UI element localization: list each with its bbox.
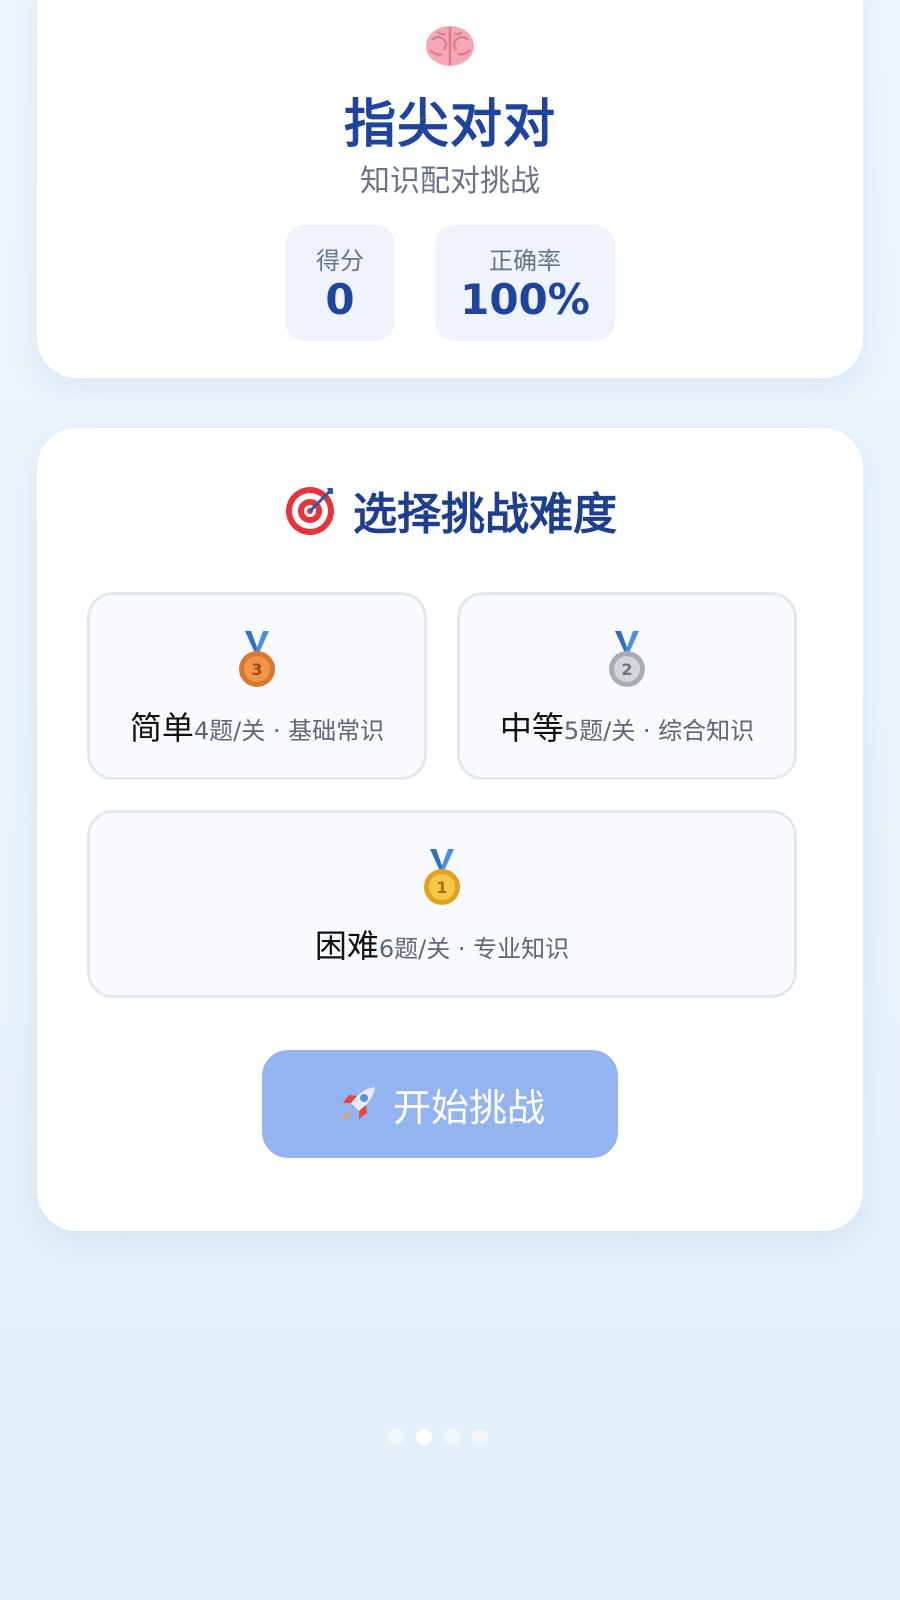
page-dot-active[interactable] xyxy=(416,1429,432,1445)
bronze-medal-icon: 3 xyxy=(235,631,279,691)
level-easy-option[interactable]: 3 简单4题/关 · 基础常识 xyxy=(87,592,427,780)
rocket-icon xyxy=(335,1081,381,1127)
level-hard-option[interactable]: 1 困难6题/关 · 专业知识 xyxy=(87,810,797,998)
score-stat: 得分 0 xyxy=(285,225,395,341)
level-medium-option[interactable]: 2 中等5题/关 · 综合知识 xyxy=(457,592,797,780)
app-subtitle: 知识配对挑战 xyxy=(360,164,540,199)
start-challenge-button[interactable]: 开始挑战 xyxy=(262,1050,618,1158)
score-label: 得分 xyxy=(316,247,364,275)
level-hard-text: 困难6题/关 · 专业知识 xyxy=(90,921,794,967)
level-easy-text: 简单4题/关 · 基础常识 xyxy=(90,703,424,749)
level-easy-desc: 4题/关 · 基础常识 xyxy=(193,717,385,745)
level-medium-desc: 5题/关 · 综合知识 xyxy=(563,717,755,745)
header-card: 指尖对对 知识配对挑战 得分 0 正确率 100% xyxy=(37,0,863,378)
score-value: 0 xyxy=(325,275,355,324)
difficulty-heading: 选择挑战难度 xyxy=(37,478,863,542)
page-dot[interactable] xyxy=(388,1429,404,1445)
accuracy-label: 正确率 xyxy=(489,247,561,275)
svg-text:1: 1 xyxy=(436,878,447,897)
accuracy-value: 100% xyxy=(460,275,590,324)
start-challenge-label: 开始挑战 xyxy=(392,1085,545,1130)
gold-medal-icon: 1 xyxy=(420,849,464,909)
page-dot[interactable] xyxy=(472,1429,488,1445)
app-title: 指尖对对 xyxy=(343,95,556,155)
level-easy-name: 简单 xyxy=(129,709,194,747)
target-icon xyxy=(283,482,339,538)
level-medium-text: 中等5题/关 · 综合知识 xyxy=(460,703,794,749)
svg-text:3: 3 xyxy=(251,660,262,679)
brain-icon xyxy=(37,22,863,72)
svg-text:2: 2 xyxy=(621,660,632,679)
accuracy-stat: 正确率 100% xyxy=(435,225,615,341)
level-medium-name: 中等 xyxy=(499,709,564,747)
page-indicator xyxy=(388,1429,488,1445)
level-hard-name: 困难 xyxy=(314,927,379,965)
silver-medal-icon: 2 xyxy=(605,631,649,691)
level-hard-desc: 6题/关 · 专业知识 xyxy=(378,935,570,963)
difficulty-title: 选择挑战难度 xyxy=(353,489,617,540)
difficulty-card: 选择挑战难度 3 简单4题/关 · 基础常识 2 中等5题/关 · 综合知识 1… xyxy=(37,428,863,1231)
page-dot[interactable] xyxy=(444,1429,460,1445)
